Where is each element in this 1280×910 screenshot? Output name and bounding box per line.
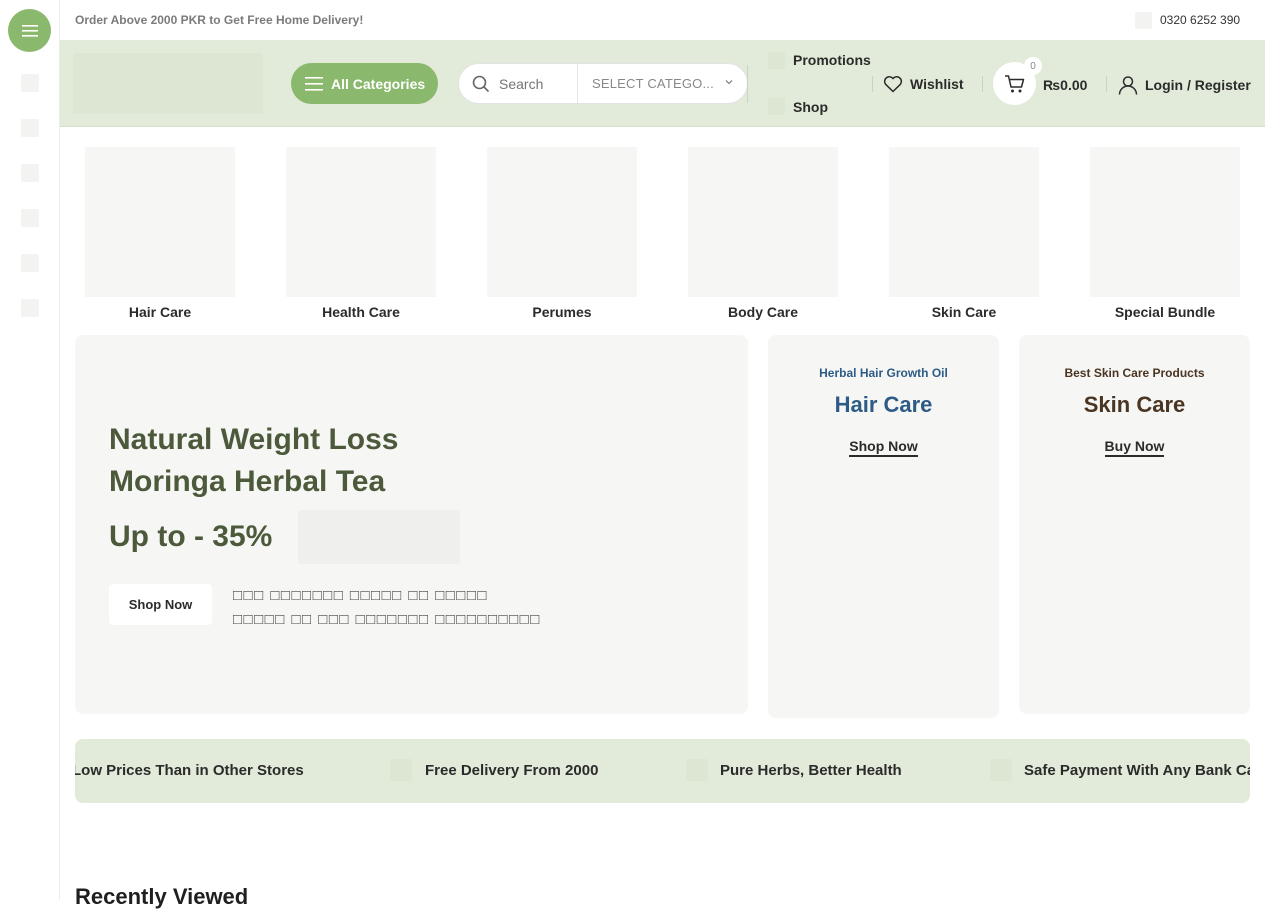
- category-image: [688, 147, 838, 297]
- wishlist-label: Wishlist: [910, 76, 964, 92]
- sidebar-rail: [0, 0, 60, 900]
- cart-count-badge: 0: [1024, 57, 1042, 75]
- banner-title: Skin Care: [1083, 392, 1186, 417]
- rail-icon-6[interactable]: [21, 299, 39, 317]
- category-image: [487, 147, 637, 297]
- feature-icon: [390, 759, 412, 781]
- search-input[interactable]: [499, 74, 574, 94]
- menu-lines-icon: [305, 76, 323, 91]
- category-image: [286, 147, 436, 297]
- hero-urdu-text: □□□ □□□□□□□ □□□□□ □□ □□□□□ □□□□□ □□ □□□ …: [233, 584, 541, 632]
- category-special-bundle[interactable]: Special Bundle: [1090, 147, 1240, 320]
- menu-toggle-button[interactable]: [8, 9, 51, 52]
- top-bar: Order Above 2000 PKR to Get Free Home De…: [60, 0, 1265, 40]
- recently-viewed-heading: Recently Viewed: [75, 884, 249, 909]
- hero-discount-image: [298, 510, 460, 564]
- search-bar: SELECT CATEGO...: [458, 63, 748, 104]
- category-label: Special Bundle: [1114, 304, 1216, 320]
- wishlist-link[interactable]: Wishlist: [883, 75, 964, 93]
- shop-icon: [768, 98, 785, 115]
- banner-subtitle: Best Skin Care Products: [1064, 366, 1205, 380]
- hero-title: Natural Weight Loss Moringa Herbal Tea: [109, 423, 399, 498]
- all-categories-button[interactable]: All Categories: [291, 63, 438, 104]
- banner-link-label: Shop Now: [849, 438, 918, 457]
- category-label: Skin Care: [931, 304, 997, 320]
- main-header: All Categories SELECT CATEGO... Promotio…: [60, 40, 1265, 127]
- cart-button[interactable]: 0: [993, 57, 1042, 105]
- cart-icon: [1004, 74, 1024, 92]
- search-divider: [577, 64, 578, 103]
- hero-urdu-line: □□□□□ □□ □□□ □□□□□□□ □□□□□□□□□□: [233, 611, 541, 628]
- category-skin-care[interactable]: Skin Care: [889, 147, 1039, 320]
- feature-item: Low Prices Than in Other Stores: [75, 762, 304, 779]
- category-select[interactable]: SELECT CATEGO...: [592, 76, 714, 91]
- banner-skin-care[interactable]: Best Skin Care Products Skin Care Buy No…: [1019, 335, 1250, 714]
- banner-shop-now-link[interactable]: Shop Now: [768, 438, 999, 457]
- hero-urdu-line: □□□ □□□□□□□ □□□□□ □□ □□□□□: [233, 587, 488, 604]
- banner-link-label: Buy Now: [1104, 438, 1165, 457]
- features-marquee: Low Prices Than in Other Stores Free Del…: [75, 739, 1250, 803]
- banner-subtitle: Herbal Hair Growth Oil: [819, 366, 948, 380]
- chevron-down-icon[interactable]: [724, 77, 734, 87]
- header-divider: [982, 76, 983, 92]
- all-categories-label: All Categories: [331, 75, 426, 92]
- nav-shop[interactable]: Shop: [793, 99, 828, 115]
- rail-icon-5[interactable]: [21, 254, 39, 272]
- rail-icon-1[interactable]: [21, 74, 39, 92]
- feature-item: Pure Herbs, Better Health: [720, 762, 902, 779]
- feature-item: Safe Payment With Any Bank Card: [1024, 762, 1250, 779]
- category-label: Health Care: [322, 304, 400, 320]
- phone-number[interactable]: 0320 6252 390: [1160, 13, 1240, 27]
- hero-banner: Natural Weight Loss Moringa Herbal Tea U…: [75, 335, 748, 714]
- banner-hair-care[interactable]: Herbal Hair Growth Oil Hair Care Shop No…: [768, 335, 999, 718]
- header-divider: [747, 65, 748, 103]
- hero-discount: Up to - 35%: [109, 520, 273, 553]
- site-logo[interactable]: [73, 53, 263, 114]
- promo-text: Order Above 2000 PKR to Get Free Home De…: [75, 13, 364, 27]
- cart-total[interactable]: ₨0.00: [1043, 77, 1087, 93]
- banner-title: Hair Care: [834, 392, 933, 417]
- rail-icon-2[interactable]: [21, 119, 39, 137]
- category-image: [889, 147, 1039, 297]
- category-label: Perumes: [532, 304, 592, 320]
- hero-shop-now-button[interactable]: Shop Now: [109, 584, 212, 625]
- header-divider: [1106, 76, 1107, 92]
- login-label: Login / Register: [1145, 77, 1251, 93]
- feature-icon: [990, 759, 1012, 781]
- feature-icon: [686, 759, 708, 781]
- user-icon: [1118, 76, 1138, 95]
- rail-icon-4[interactable]: [21, 209, 39, 227]
- search-icon[interactable]: [472, 75, 490, 93]
- rail-icon-3[interactable]: [21, 164, 39, 182]
- hamburger-icon: [21, 24, 38, 37]
- header-divider: [872, 76, 873, 92]
- nav-promotions[interactable]: Promotions: [793, 52, 871, 68]
- category-health-care[interactable]: Health Care: [286, 147, 436, 320]
- promotions-icon: [768, 52, 785, 69]
- phone-icon: [1135, 12, 1152, 29]
- banner-buy-now-link[interactable]: Buy Now: [1019, 438, 1250, 457]
- category-perfumes[interactable]: Perumes: [487, 147, 637, 320]
- category-body-care[interactable]: Body Care: [688, 147, 838, 320]
- category-image: [85, 147, 235, 297]
- feature-item: Free Delivery From 2000: [425, 762, 599, 779]
- category-image: [1090, 147, 1240, 297]
- category-label: Body Care: [727, 304, 799, 320]
- category-hair-care[interactable]: Hair Care: [85, 147, 235, 320]
- category-label: Hair Care: [128, 304, 192, 320]
- login-register-link[interactable]: Login / Register: [1118, 75, 1251, 95]
- heart-icon: [883, 76, 903, 93]
